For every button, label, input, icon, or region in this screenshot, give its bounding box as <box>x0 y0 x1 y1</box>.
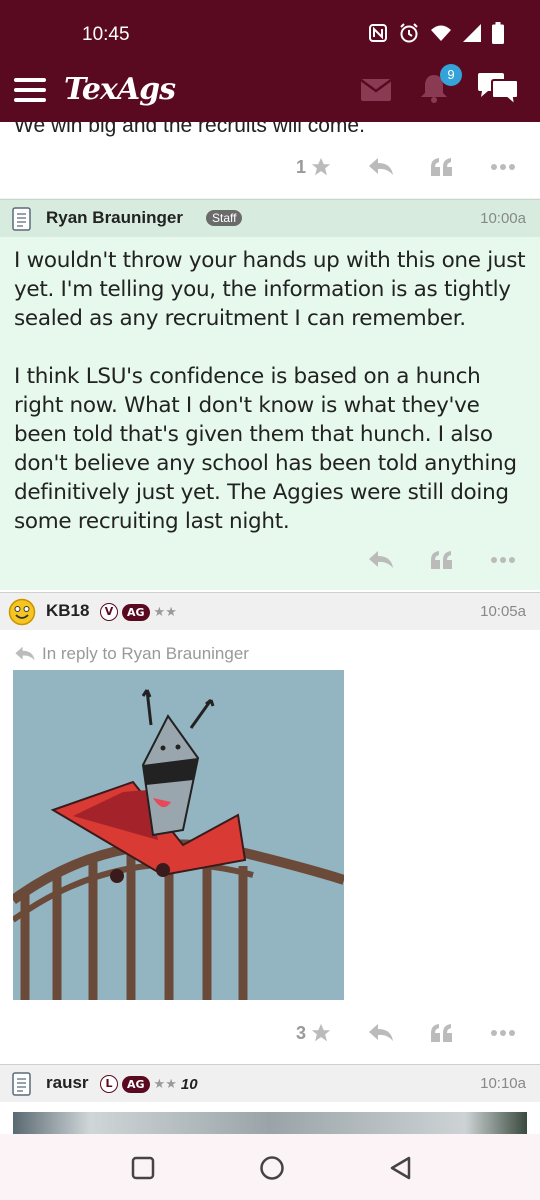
star-icon <box>311 1023 331 1042</box>
user-badges: V AG ★★ <box>100 603 177 621</box>
post-time: 10:05a <box>480 603 526 620</box>
ag-badge: AG <box>122 603 150 621</box>
status-time: 10:45 <box>82 24 130 45</box>
ag-badge: AG <box>122 1075 150 1093</box>
reply-to-text: In reply to Ryan Brauninger <box>42 644 249 663</box>
appbar-actions: 9 <box>360 64 520 108</box>
post-time: 10:00a <box>480 210 526 227</box>
post-author[interactable]: KB18 <box>46 601 89 621</box>
post-header: KB18 V AG ★★ 10:05a <box>0 592 540 630</box>
rollercoaster-gif[interactable] <box>13 670 344 1000</box>
menu-icon[interactable] <box>14 78 46 104</box>
document-icon <box>12 1072 31 1096</box>
recents-icon[interactable] <box>131 1156 155 1180</box>
wifi-icon <box>431 25 451 41</box>
staff-badge: Staff <box>206 210 243 226</box>
battery-icon <box>492 22 504 44</box>
previous-post-text: We win big and the recruits will come. <box>14 122 365 137</box>
post-header: rausr L AG ★★ 10 10:10a <box>0 1064 540 1102</box>
post-author[interactable]: rausr <box>46 1073 89 1093</box>
document-icon <box>12 207 31 231</box>
smiley-avatar-icon <box>8 598 36 626</box>
notifications-button[interactable]: 9 <box>418 64 462 108</box>
back-icon[interactable] <box>388 1155 414 1181</box>
quote-icon[interactable] <box>430 1023 454 1043</box>
app-bar: TexAgs 9 <box>0 64 540 122</box>
post-header: Ryan Brauninger Staff 10:00a <box>0 199 540 237</box>
post-image-preview[interactable] <box>13 1112 527 1134</box>
previous-post-actions: 1 <box>296 156 516 178</box>
post-actions: 3 <box>296 1022 516 1044</box>
quote-icon[interactable] <box>430 550 454 570</box>
post-paragraph: I think LSU's confidence is based on a h… <box>14 364 517 534</box>
post-actions <box>368 550 516 570</box>
more-icon[interactable] <box>490 556 516 564</box>
system-nav-bar <box>0 1134 540 1200</box>
reply-icon[interactable] <box>368 1023 394 1043</box>
status-icons <box>368 22 504 44</box>
mail-icon[interactable] <box>360 78 392 102</box>
user-stars: ★★ <box>153 604 177 620</box>
signal-icon <box>463 24 481 42</box>
v-badge: V <box>100 603 118 621</box>
star-icon <box>311 157 331 176</box>
post-paragraph: I wouldn't throw your hands up with this… <box>14 248 526 331</box>
user-stars: ★★ <box>153 1076 177 1092</box>
like-count: 1 <box>295 156 306 177</box>
chat-icon[interactable] <box>476 72 520 108</box>
status-bar: 10:45 <box>0 0 540 68</box>
quote-icon[interactable] <box>430 157 454 177</box>
reply-icon[interactable] <box>368 550 394 570</box>
thread-content[interactable]: We win big and the recruits will come. 1… <box>0 122 540 1134</box>
l-badge: L <box>100 1075 118 1093</box>
post-body: I wouldn't throw your hands up with this… <box>14 246 530 536</box>
user-badges: L AG ★★ 10 <box>100 1075 198 1093</box>
reply-icon[interactable] <box>368 157 394 177</box>
in-reply-to-link[interactable]: In reply to Ryan Brauninger <box>14 644 249 664</box>
post-time: 10:10a <box>480 1075 526 1092</box>
like-button[interactable]: 1 <box>296 156 332 178</box>
home-icon[interactable] <box>259 1155 285 1181</box>
more-icon[interactable] <box>490 163 516 171</box>
alarm-icon <box>400 23 418 43</box>
more-icon[interactable] <box>490 1029 516 1037</box>
like-button[interactable]: 3 <box>296 1022 332 1044</box>
like-count: 3 <box>295 1022 306 1043</box>
app-logo[interactable]: TexAgs <box>64 72 176 107</box>
nfc-icon <box>369 24 387 42</box>
rank-badge: 10 <box>180 1075 198 1093</box>
reply-icon <box>15 646 35 661</box>
notification-badge: 9 <box>440 64 462 86</box>
post-author[interactable]: Ryan Brauninger <box>46 208 183 228</box>
